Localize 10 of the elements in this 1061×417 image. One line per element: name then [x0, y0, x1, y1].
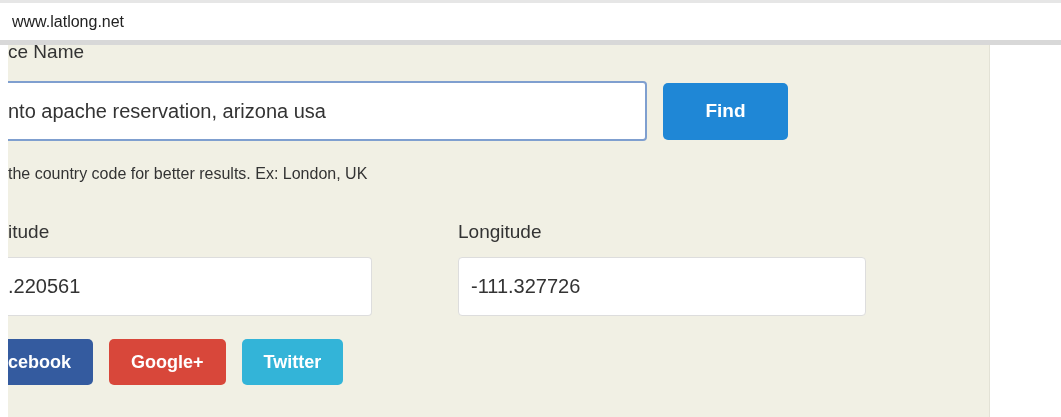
address-bar[interactable]: www.latlong.net — [0, 0, 1061, 45]
share-button[interactable]: cebook — [8, 339, 94, 385]
find-button[interactable]: Find — [663, 82, 788, 140]
coordinate-label: itude — [8, 221, 51, 243]
hint-text: the country code for better results. Ex: London, UK — [8, 165, 369, 183]
coordinate-label: Longitude — [458, 221, 543, 243]
coordinate-field[interactable]: -111.327726 — [458, 257, 866, 316]
coordinate-field[interactable]: .220561 — [8, 257, 372, 316]
share-button[interactable]: Google+ — [109, 339, 226, 385]
place-name-field[interactable]: nto apache reservation, arizona usa — [8, 81, 647, 141]
